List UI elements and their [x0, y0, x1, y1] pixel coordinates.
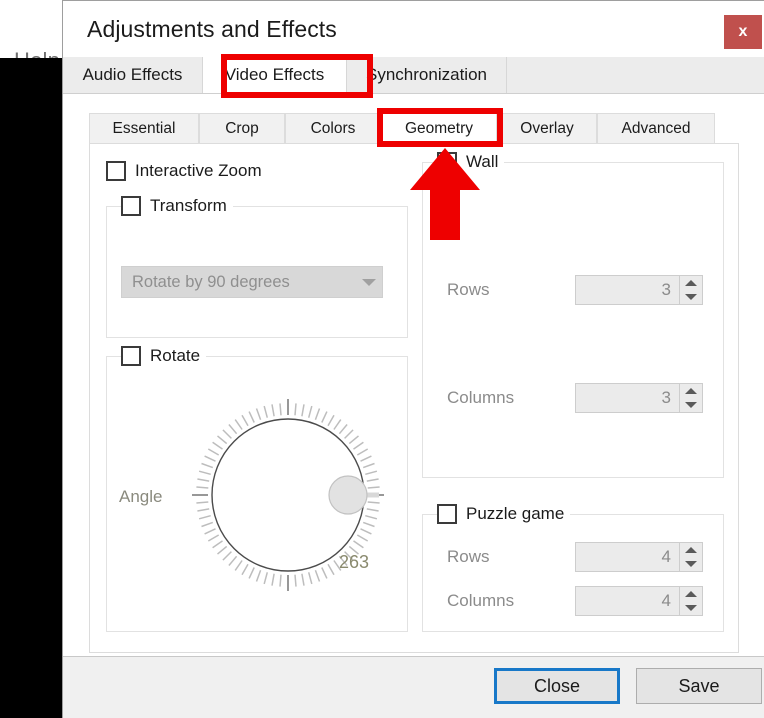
subtab-colors[interactable]: Colors: [285, 113, 381, 144]
subtab-overlay[interactable]: Overlay: [497, 113, 597, 144]
dialog-footer: Close Save: [63, 656, 764, 718]
screen: Help Adjustments and Effects x Audio Eff…: [0, 0, 764, 718]
puzzle-rows-value: 4: [576, 543, 679, 571]
puzzle-columns-label: Columns: [447, 591, 514, 611]
transform-checkbox[interactable]: [121, 196, 141, 216]
interactive-zoom-checkbox-row[interactable]: Interactive Zoom: [106, 161, 262, 181]
puzzle-game-label: Puzzle game: [466, 504, 564, 524]
wall-rows-spinner[interactable]: 3: [575, 275, 703, 305]
puzzle-columns-spinner[interactable]: 4: [575, 586, 703, 616]
wall-rows-label: Rows: [447, 280, 490, 300]
video-output-area: [0, 58, 62, 718]
wall-columns-value: 3: [576, 384, 679, 412]
subtab-geometry[interactable]: Geometry: [381, 113, 497, 144]
tab-synchronization[interactable]: Synchronization: [347, 57, 507, 93]
geometry-subtabstrip: Essential Crop Colors Geometry Overlay A…: [89, 113, 739, 144]
puzzle-rows-label: Rows: [447, 547, 490, 567]
angle-value: 263: [339, 552, 369, 573]
wall-columns-spin-buttons[interactable]: [679, 384, 702, 412]
transform-mode-value: Rotate by 90 degrees: [122, 273, 356, 292]
puzzle-columns-value: 4: [576, 587, 679, 615]
wall-columns-spinner[interactable]: 3: [575, 383, 703, 413]
puzzle-rows-spinner[interactable]: 4: [575, 542, 703, 572]
close-button[interactable]: Close: [494, 668, 620, 704]
tab-audio-effects[interactable]: Audio Effects: [63, 57, 203, 93]
puzzle-rows-decrement-icon[interactable]: [680, 557, 702, 571]
puzzle-rows-increment-icon[interactable]: [680, 543, 702, 557]
puzzle-columns-decrement-icon[interactable]: [680, 601, 702, 615]
close-icon[interactable]: x: [724, 15, 762, 49]
wall-label: Wall: [466, 152, 498, 172]
wall-rows-spin-buttons[interactable]: [679, 276, 702, 304]
puzzle-game-group: Puzzle game Rows 4 Columns 4: [422, 514, 724, 632]
wall-rows-value: 3: [576, 276, 679, 304]
subtab-advanced[interactable]: Advanced: [597, 113, 715, 144]
angle-label: Angle: [119, 487, 162, 507]
transform-label: Transform: [150, 196, 227, 216]
wall-rows-decrement-icon[interactable]: [680, 290, 702, 304]
rotate-checkbox-row[interactable]: Rotate: [121, 346, 206, 366]
wall-columns-increment-icon[interactable]: [680, 384, 702, 398]
rotate-group: Rotate Angle 263: [106, 356, 408, 632]
wall-checkbox[interactable]: [437, 152, 457, 172]
wall-rows-increment-icon[interactable]: [680, 276, 702, 290]
puzzle-game-checkbox[interactable]: [437, 504, 457, 524]
puzzle-columns-spin-buttons[interactable]: [679, 587, 702, 615]
adjustments-and-effects-dialog: Adjustments and Effects x Audio Effects …: [62, 0, 764, 718]
save-button[interactable]: Save: [636, 668, 762, 704]
subtab-crop[interactable]: Crop: [199, 113, 285, 144]
wall-checkbox-row[interactable]: Wall: [437, 152, 504, 172]
transform-group: Transform Rotate by 90 degrees: [106, 206, 408, 338]
puzzle-columns-increment-icon[interactable]: [680, 587, 702, 601]
interactive-zoom-label: Interactive Zoom: [135, 161, 262, 181]
transform-mode-dropdown[interactable]: Rotate by 90 degrees: [121, 266, 383, 298]
tab-video-effects[interactable]: Video Effects: [203, 57, 347, 93]
wall-columns-label: Columns: [447, 388, 514, 408]
puzzle-checkbox-row[interactable]: Puzzle game: [437, 504, 570, 524]
main-tabstrip: Audio Effects Video Effects Synchronizat…: [63, 57, 764, 94]
interactive-zoom-checkbox[interactable]: [106, 161, 126, 181]
chevron-down-icon: [356, 279, 382, 286]
dialog-titlebar: Adjustments and Effects x: [63, 1, 764, 57]
rotate-label: Rotate: [150, 346, 200, 366]
puzzle-rows-spin-buttons[interactable]: [679, 543, 702, 571]
transform-checkbox-row[interactable]: Transform: [121, 196, 233, 216]
geometry-panel: Interactive Zoom Transform Rotate by 90 …: [89, 143, 739, 653]
wall-group: Wall Rows 3 Columns 3: [422, 162, 724, 478]
rotate-checkbox[interactable]: [121, 346, 141, 366]
dialog-title: Adjustments and Effects: [87, 16, 337, 43]
wall-columns-decrement-icon[interactable]: [680, 398, 702, 412]
subtab-essential[interactable]: Essential: [89, 113, 199, 144]
